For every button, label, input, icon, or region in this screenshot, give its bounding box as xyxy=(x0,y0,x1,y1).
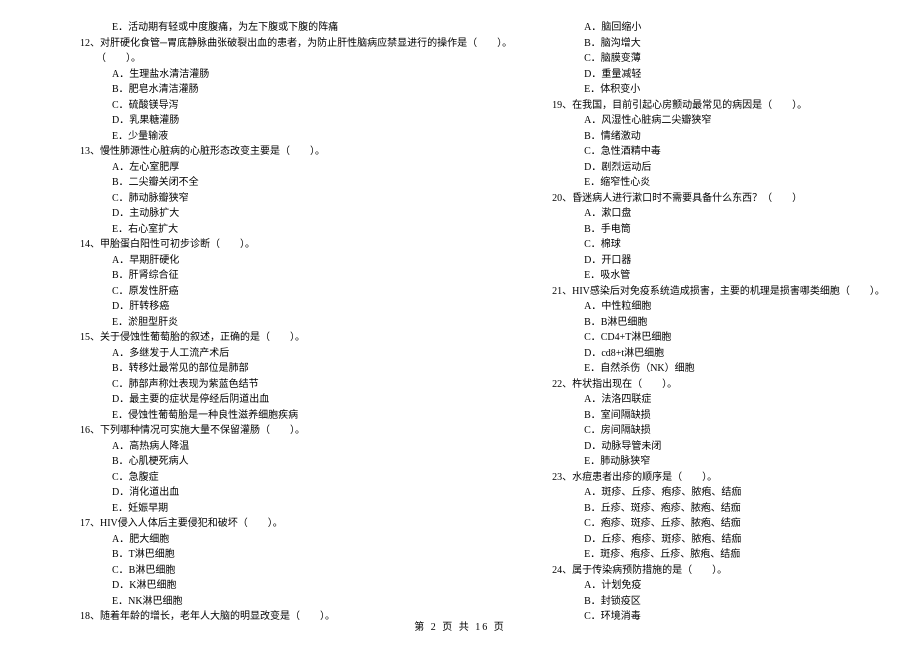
q24-b: B．封锁疫区 xyxy=(584,594,885,610)
q21-e: E．自然杀伤（NK）细胞 xyxy=(584,361,885,377)
q20-c: C．棉球 xyxy=(584,237,885,253)
q20-d: D．开口器 xyxy=(584,253,885,269)
q14-e: E．淤胆型肝炎 xyxy=(112,315,512,331)
q18-b: B．脑沟增大 xyxy=(584,36,885,52)
q24-a: A．计划免疫 xyxy=(584,578,885,594)
q13-c: C．肺动脉瓣狭窄 xyxy=(112,191,512,207)
q18-d: D．重量减轻 xyxy=(584,67,885,83)
page: E．活动期有轻或中度腹痛，为左下腹或下腹的阵痛 12、对肝硬化食管─胃底静脉曲张… xyxy=(0,0,920,620)
q22-b: B．室间隔缺损 xyxy=(584,408,885,424)
q24-c: C．环境消毒 xyxy=(584,609,885,625)
q16: 16、下列哪种情况可实施大量不保留灌肠（ ）。 xyxy=(80,423,512,439)
q22-a: A．法洛四联症 xyxy=(584,392,885,408)
q21-b: B．B淋巴细胞 xyxy=(584,315,885,331)
q14: 14、甲胎蛋白阳性可初步诊断（ ）。 xyxy=(80,237,512,253)
q19-b: B．情绪激动 xyxy=(584,129,885,145)
right-column: A．脑回缩小 B．脑沟增大 C．脑膜变薄 D．重量减轻 E．体积变小 19、在我… xyxy=(532,20,885,610)
q18-a: A．脑回缩小 xyxy=(584,20,885,36)
q12-blank: （ ）。 xyxy=(96,51,512,67)
stray-option: E．活动期有轻或中度腹痛，为左下腹或下腹的阵痛 xyxy=(112,20,512,36)
q17-a: A．肥大细胞 xyxy=(112,532,512,548)
q20-a: A．漱口盘 xyxy=(584,206,885,222)
q14-b: B．肝肾综合征 xyxy=(112,268,512,284)
q12-b: B．肥皂水清洁灌肠 xyxy=(112,82,512,98)
q13-e: E．右心室扩大 xyxy=(112,222,512,238)
q18-e: E．体积变小 xyxy=(584,82,885,98)
q19-c: C．急性酒精中毒 xyxy=(584,144,885,160)
q21-c: C．CD4+T淋巴细胞 xyxy=(584,330,885,346)
q22-d: D．动脉导管未闭 xyxy=(584,439,885,455)
q15-b: B．转移灶最常见的部位是肺部 xyxy=(112,361,512,377)
q19-a: A．风湿性心脏病二尖瓣狭窄 xyxy=(584,113,885,129)
q15-c: C．肺部声称灶表现为紫蓝色结节 xyxy=(112,377,512,393)
q17-c: C．B淋巴细胞 xyxy=(112,563,512,579)
q18-c: C．脑膜变薄 xyxy=(584,51,885,67)
q23-d: D．丘疹、疱疹、斑疹、脓疱、结痂 xyxy=(584,532,885,548)
q23-b: B．丘疹、斑疹、疱疹、脓疱、结痂 xyxy=(584,501,885,517)
q13-a: A．左心室肥厚 xyxy=(112,160,512,176)
q16-e: E．妊娠早期 xyxy=(112,501,512,517)
q14-a: A．早期肝硬化 xyxy=(112,253,512,269)
q12: 12、对肝硬化食管─胃底静脉曲张破裂出血的患者，为防止肝性脑病应禁显进行的操作是… xyxy=(80,36,512,52)
q17: 17、HIV侵入人体后主要侵犯和破坏（ ）。 xyxy=(80,516,512,532)
q22-e: E．肺动脉狭窄 xyxy=(584,454,885,470)
q16-d: D．消化道出血 xyxy=(112,485,512,501)
q19-d: D．剧烈运动后 xyxy=(584,160,885,176)
q12-c: C．硫酸镁导泻 xyxy=(112,98,512,114)
q20-e: E．吸水管 xyxy=(584,268,885,284)
q21-d: D．cd8+t淋巴细胞 xyxy=(584,346,885,362)
q15-a: A．多继发于人工流产术后 xyxy=(112,346,512,362)
q23-a: A．斑疹、丘疹、疱疹、脓疱、结痂 xyxy=(584,485,885,501)
q21-a: A．中性粒细胞 xyxy=(584,299,885,315)
q16-a: A．高热病人降温 xyxy=(112,439,512,455)
q23-c: C．疱疹、斑疹、丘疹、脓疱、结痂 xyxy=(584,516,885,532)
q19: 19、在我国，目前引起心房颤动最常见的病因是（ ）。 xyxy=(552,98,885,114)
q23-e: E．斑疹、疱疹、丘疹、脓疱、结痂 xyxy=(584,547,885,563)
q20: 20、昏迷病人进行漱口时不需要具备什么东西？（ ） xyxy=(552,191,885,207)
left-column: E．活动期有轻或中度腹痛，为左下腹或下腹的阵痛 12、对肝硬化食管─胃底静脉曲张… xyxy=(80,20,532,610)
q13: 13、慢性肺源性心脏病的心脏形态改变主要是（ ）。 xyxy=(80,144,512,160)
q16-c: C．急腹症 xyxy=(112,470,512,486)
q17-e: E．NK淋巴细胞 xyxy=(112,594,512,610)
q21: 21、HIV感染后对免疫系统造成损害，主要的机理是损害哪类细胞（ ）。 xyxy=(552,284,885,300)
q22-c: C．房间隔缺损 xyxy=(584,423,885,439)
q22: 22、杵状指出现在（ ）。 xyxy=(552,377,885,393)
q13-b: B．二尖瓣关闭不全 xyxy=(112,175,512,191)
q14-c: C．原发性肝癌 xyxy=(112,284,512,300)
q20-b: B．手电筒 xyxy=(584,222,885,238)
q15-d: D．最主要的症状是停经后阴道出血 xyxy=(112,392,512,408)
q12-a: A．生理盐水清洁灌肠 xyxy=(112,67,512,83)
q17-b: B．T淋巴细胞 xyxy=(112,547,512,563)
q15: 15、关于侵蚀性葡萄胎的叙述，正确的是（ ）。 xyxy=(80,330,512,346)
q12-d: D．乳果糖灌肠 xyxy=(112,113,512,129)
q12-e: E．少量输液 xyxy=(112,129,512,145)
q19-e: E．缩窄性心炎 xyxy=(584,175,885,191)
q14-d: D．肝转移癌 xyxy=(112,299,512,315)
q23: 23、水痘患者出疹的顺序是（ ）。 xyxy=(552,470,885,486)
q16-b: B．心肌梗死病人 xyxy=(112,454,512,470)
q13-d: D．主动脉扩大 xyxy=(112,206,512,222)
q15-e: E．侵蚀性葡萄胎是一种良性滋养细胞疾病 xyxy=(112,408,512,424)
q24: 24、属于传染病预防措施的是（ ）。 xyxy=(552,563,885,579)
q17-d: D．K淋巴细胞 xyxy=(112,578,512,594)
